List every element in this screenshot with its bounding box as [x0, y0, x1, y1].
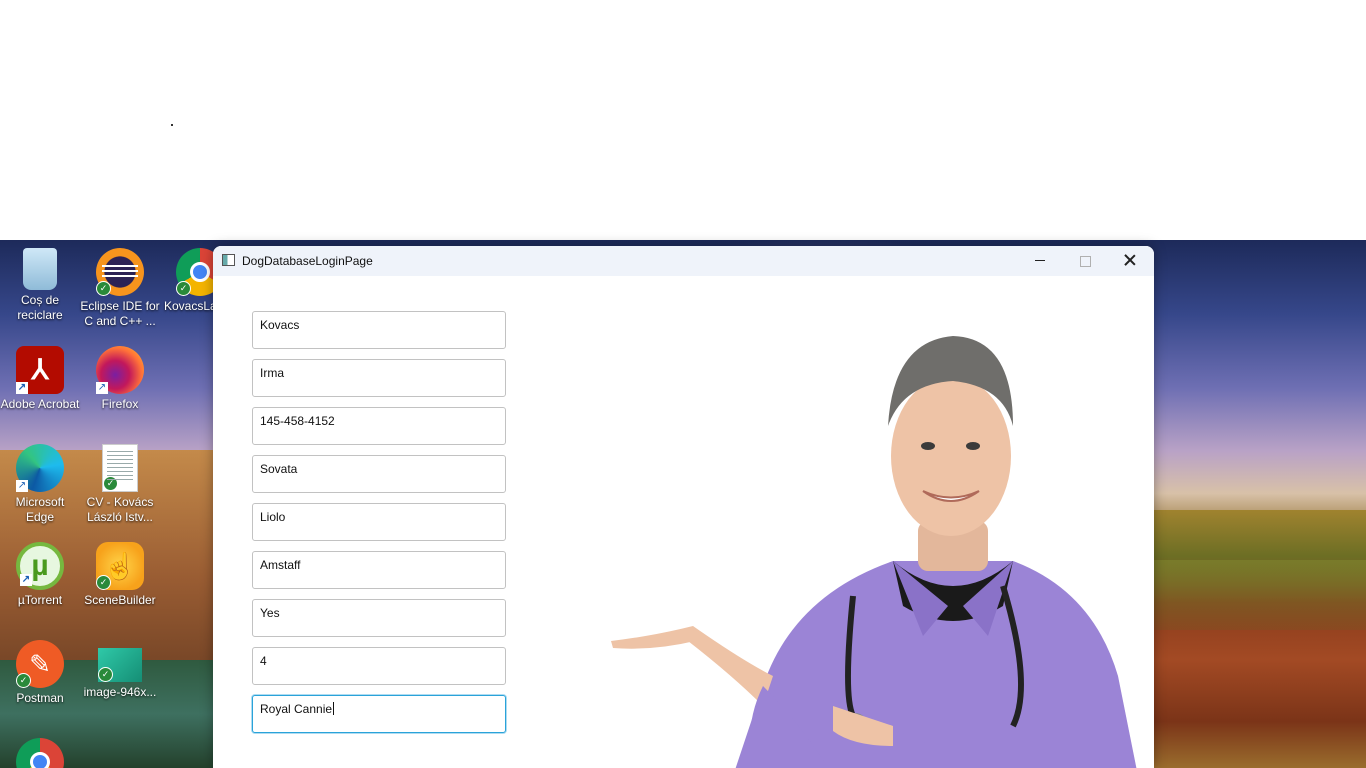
scenebuilder-icon: ☝ ✓ — [96, 542, 144, 590]
app-window: DogDatabaseLoginPage Kovacs Irma 145-458… — [213, 246, 1154, 768]
image-file-icon: ✓ — [98, 648, 142, 682]
desktop-icon-label: SceneBuilder — [84, 593, 156, 607]
field-value: Amstaff — [260, 558, 301, 572]
recycle-bin-icon — [23, 248, 57, 290]
minimize-button[interactable] — [1017, 246, 1063, 276]
desktop-icon-acrobat[interactable]: ⅄ ↗ Adobe Acrobat — [0, 346, 80, 412]
sync-check-icon: ✓ — [96, 575, 111, 590]
firefox-icon: ↗ — [96, 346, 144, 394]
close-button[interactable] — [1107, 246, 1153, 276]
edge-icon: ↗ — [16, 444, 64, 492]
field-value: Liolo — [260, 510, 286, 524]
desktop-icon-edge[interactable]: ↗ Microsoft Edge — [0, 444, 80, 525]
chrome-icon — [16, 738, 64, 768]
desktop-icon-utorrent[interactable]: µ ↗ µTorrent — [0, 542, 80, 608]
maximize-button[interactable] — [1062, 246, 1108, 276]
field-value: Sovata — [260, 462, 298, 476]
desktop-icon-label: Eclipse IDE for C and C++ ... — [80, 299, 160, 328]
shortcut-arrow-icon: ↗ — [20, 574, 32, 586]
window-titlebar[interactable]: DogDatabaseLoginPage — [213, 246, 1154, 276]
veterinarian-illustration — [611, 336, 1137, 768]
desktop-icon-firefox[interactable]: ↗ Firefox — [80, 346, 160, 412]
text-field-age[interactable]: 4 — [252, 647, 506, 685]
text-caret — [333, 702, 335, 715]
postman-icon: ✎ ✓ — [16, 640, 64, 688]
field-value: 145-458-4152 — [260, 414, 335, 428]
pdf-document-icon: ✓ — [102, 444, 138, 492]
desktop-icon-label: Microsoft Edge — [15, 495, 65, 524]
sync-check-icon: ✓ — [103, 476, 118, 491]
text-field-food[interactable]: Royal Cannie — [252, 695, 506, 733]
sync-check-icon: ✓ — [98, 667, 113, 682]
stray-dot — [171, 124, 173, 126]
shortcut-arrow-icon: ↗ — [96, 382, 108, 394]
desktop-icon-cv-pdf[interactable]: ✓ CV - Kovács László Istv... — [80, 444, 160, 525]
java-app-icon — [222, 254, 235, 266]
field-value: Royal Cannie — [260, 702, 333, 716]
desktop-icon-label: CV - Kovács László Istv... — [86, 495, 154, 524]
desktop-icon-label: Firefox — [101, 397, 139, 411]
desktop-icon-postman[interactable]: ✎ ✓ Postman — [0, 640, 80, 706]
text-field-phone[interactable]: 145-458-4152 — [252, 407, 506, 445]
desktop-icon-image[interactable]: ✓ image-946x... — [80, 640, 160, 700]
field-value: 4 — [260, 654, 267, 668]
canyon-right — [1150, 510, 1366, 768]
text-field-last-name[interactable]: Kovacs — [252, 311, 506, 349]
text-field-vaccinated[interactable]: Yes — [252, 599, 506, 637]
field-value: Kovacs — [260, 318, 300, 332]
sync-check-icon: ✓ — [176, 281, 191, 296]
close-icon — [1124, 254, 1136, 266]
field-value: Irma — [260, 366, 284, 380]
text-field-dog-name[interactable]: Liolo — [252, 503, 506, 541]
desktop-icon-label: image-946x... — [83, 685, 157, 699]
desktop-icon-label: µTorrent — [17, 593, 63, 607]
eclipse-icon: ✓ — [96, 248, 144, 296]
acrobat-icon: ⅄ ↗ — [16, 346, 64, 394]
canyon-right-plateau — [1150, 560, 1366, 630]
shortcut-arrow-icon: ↗ — [16, 382, 28, 394]
desktop-icon-label: Coș de reciclare — [17, 293, 63, 322]
blank-top-area — [0, 0, 1366, 240]
desktop-icon-label: Adobe Acrobat — [0, 397, 80, 411]
desktop-icon-chrome[interactable] — [0, 738, 80, 768]
minimize-icon — [1035, 260, 1045, 261]
shortcut-arrow-icon: ↗ — [16, 480, 28, 492]
sync-check-icon: ✓ — [16, 673, 31, 688]
text-field-breed[interactable]: Amstaff — [252, 551, 506, 589]
desktop-icon-scenebuilder[interactable]: ☝ ✓ SceneBuilder — [80, 542, 160, 608]
maximize-icon — [1080, 256, 1091, 267]
text-field-first-name[interactable]: Irma — [252, 359, 506, 397]
sync-check-icon: ✓ — [96, 281, 111, 296]
desktop-icon-recycle-bin[interactable]: Coș de reciclare — [0, 248, 80, 323]
window-title: DogDatabaseLoginPage — [242, 254, 373, 268]
field-value: Yes — [260, 606, 280, 620]
desktop-icon-eclipse[interactable]: ✓ Eclipse IDE for C and C++ ... — [80, 248, 160, 329]
text-field-city[interactable]: Sovata — [252, 455, 506, 493]
desktop-icon-label: Postman — [16, 691, 64, 705]
utorrent-icon: µ ↗ — [16, 542, 64, 590]
